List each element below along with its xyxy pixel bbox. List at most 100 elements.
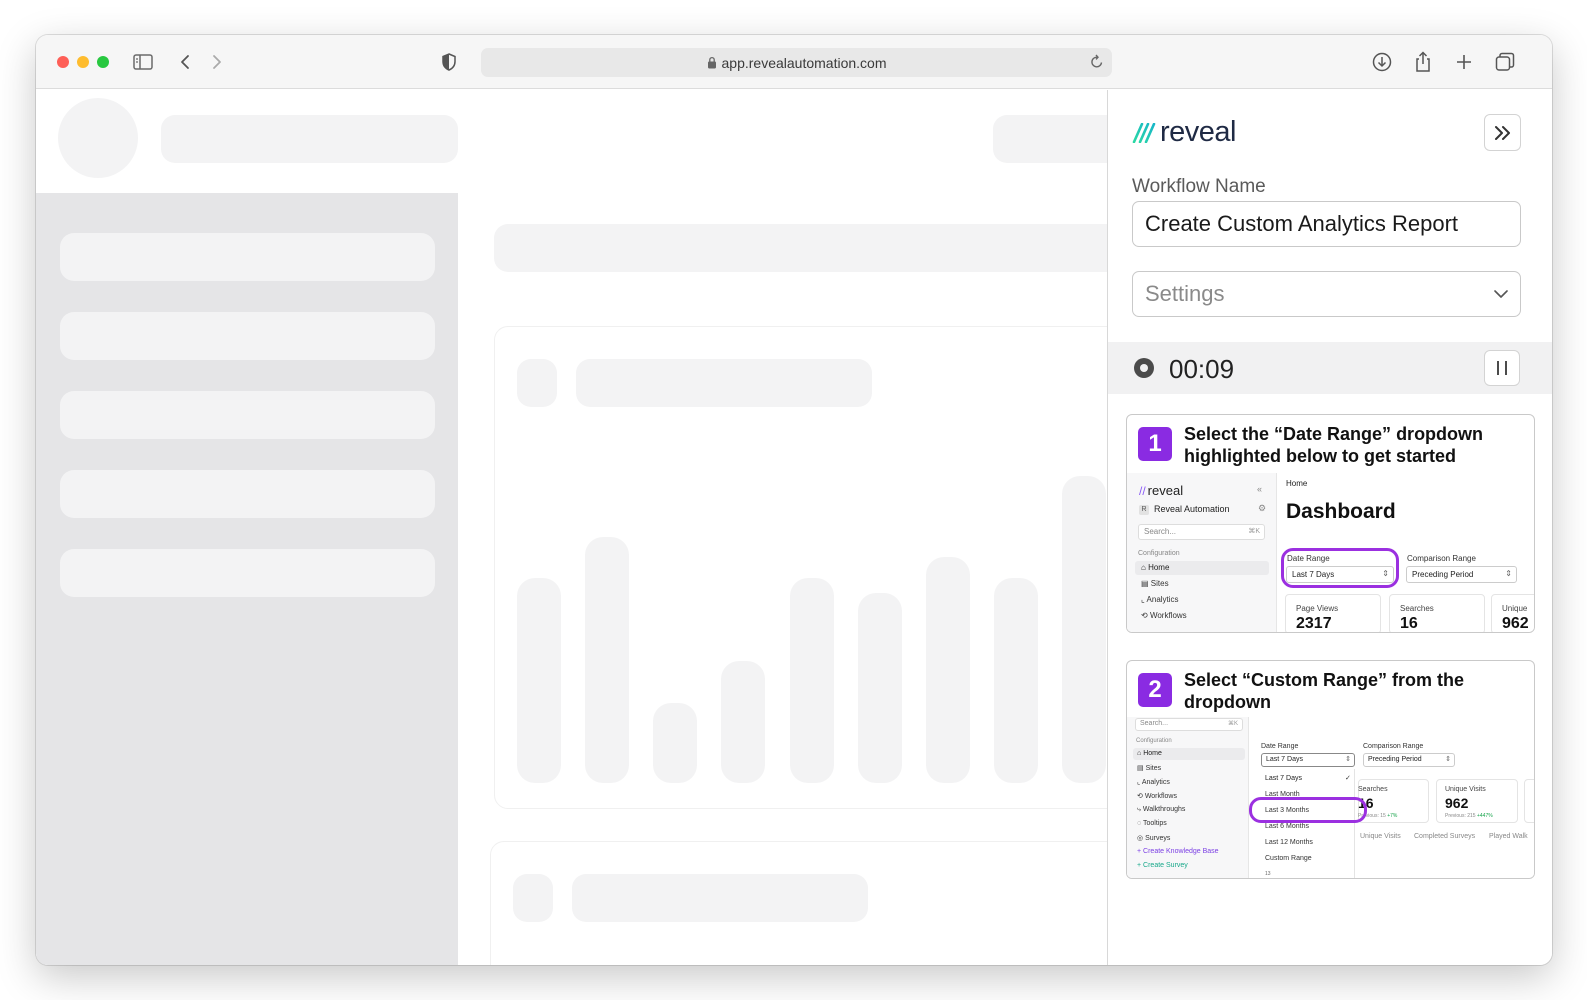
mini-nav-tooltips: ◌ Tooltips bbox=[1137, 820, 1167, 827]
step-card-1[interactable]: 1 Select the “Date Range” dropdown highl… bbox=[1126, 414, 1535, 633]
mini-breadcrumb: Home bbox=[1286, 479, 1308, 488]
header-placeholder bbox=[161, 115, 458, 163]
mini-heading: Dashboard bbox=[1286, 500, 1396, 523]
mini-comparison-select: Preceding Period ⇕ bbox=[1363, 753, 1455, 767]
step-number: 2 bbox=[1138, 673, 1172, 707]
forward-icon[interactable] bbox=[204, 49, 230, 75]
page-skeleton bbox=[36, 90, 1134, 965]
bar-placeholder bbox=[858, 593, 902, 783]
step-screenshot: //reveal « R Reveal Automation ⚙ Search.… bbox=[1127, 473, 1534, 632]
browser-toolbar: app.revealautomation.com bbox=[36, 35, 1552, 89]
step-title: Select “Custom Range” from the dropdown bbox=[1184, 670, 1465, 712]
header-action-placeholder bbox=[993, 115, 1123, 163]
mini-comparison-label: Comparison Range bbox=[1363, 743, 1424, 750]
step-number: 1 bbox=[1138, 427, 1172, 461]
zoom-window-button[interactable] bbox=[97, 56, 109, 68]
mini-option: Custom Range bbox=[1265, 855, 1312, 862]
collapse-panel-button[interactable] bbox=[1484, 114, 1521, 151]
mini-nav-surveys: ◎ Surveys bbox=[1137, 835, 1171, 842]
mini-date-range-select: Last 7 Days ⇕ bbox=[1261, 753, 1355, 767]
mini-option: Last 6 Months bbox=[1265, 823, 1309, 830]
highlight-ring bbox=[1281, 548, 1399, 588]
mini-nav-analytics: ⌞ Analytics bbox=[1141, 595, 1179, 604]
mini-stat-card: Unique 962 bbox=[1491, 594, 1534, 632]
new-tab-icon[interactable] bbox=[1451, 49, 1477, 75]
sidebar-toggle-icon[interactable] bbox=[130, 49, 156, 75]
card-icon-placeholder bbox=[513, 874, 553, 922]
check-icon: ✓ bbox=[1345, 775, 1351, 782]
mini-org-name: Reveal Automation bbox=[1154, 504, 1230, 514]
bar-placeholder bbox=[653, 703, 697, 783]
mini-tab: Played Walk bbox=[1489, 833, 1528, 840]
share-icon[interactable] bbox=[1410, 49, 1436, 75]
step-title: Select the “Date Range” dropdown highlig… bbox=[1184, 424, 1484, 466]
browser-window: app.revealautomation.com reveal Workflow… bbox=[36, 35, 1552, 965]
address-bar[interactable]: app.revealautomation.com bbox=[481, 48, 1112, 77]
workflow-name-input[interactable]: Create Custom Analytics Report bbox=[1132, 201, 1521, 247]
close-window-button[interactable] bbox=[57, 56, 69, 68]
mini-nav-analytics: ⌞ Analytics bbox=[1137, 779, 1170, 786]
chevron-down-icon bbox=[1494, 289, 1508, 298]
bar-placeholder bbox=[517, 578, 561, 783]
reload-icon[interactable] bbox=[1090, 54, 1104, 69]
mini-nav-sites: ▤ Sites bbox=[1141, 579, 1169, 588]
mini-settings-icon: ⚙ bbox=[1258, 503, 1267, 513]
mini-sidebar: Search... ⌘K Configuration ⌂ Home ▤ Site… bbox=[1127, 717, 1249, 878]
sidebar-item-placeholder bbox=[60, 233, 435, 281]
reveal-recorder-panel: reveal Workflow Name Create Custom Analy… bbox=[1107, 90, 1552, 965]
mini-section-label: Configuration bbox=[1138, 550, 1180, 557]
highlight-ring bbox=[1249, 797, 1367, 823]
bar-placeholder bbox=[1062, 476, 1106, 783]
mini-search: Search... ⌘K bbox=[1138, 524, 1265, 540]
reveal-logo-mark-icon bbox=[1132, 122, 1156, 143]
mini-tab: Unique Visits bbox=[1360, 833, 1401, 840]
bar-placeholder bbox=[926, 557, 970, 783]
step-card-2[interactable]: 2 Select “Custom Range” from the dropdow… bbox=[1126, 660, 1535, 879]
card-title-placeholder bbox=[572, 874, 868, 922]
mini-comparison-select: Preceding Period ⇕ bbox=[1406, 566, 1517, 583]
mini-stat-card: Searches 16 bbox=[1389, 594, 1485, 632]
minimize-window-button[interactable] bbox=[77, 56, 89, 68]
mini-footer-mark: 13 bbox=[1265, 871, 1271, 877]
settings-label: Settings bbox=[1145, 281, 1225, 306]
lock-icon bbox=[707, 56, 717, 69]
sidebar-item-placeholder bbox=[60, 470, 435, 518]
mini-collapse-icon: « bbox=[1257, 484, 1263, 494]
pause-button[interactable] bbox=[1484, 350, 1520, 386]
double-chevron-right-icon bbox=[1494, 125, 1510, 140]
back-icon[interactable] bbox=[172, 49, 198, 75]
mini-stat-card: Searches 16 Previous: 15 +7% bbox=[1358, 779, 1429, 823]
mini-sidebar: //reveal « R Reveal Automation ⚙ Search.… bbox=[1127, 473, 1277, 632]
avatar-placeholder bbox=[58, 98, 138, 178]
mini-dropdown-menu: Last 7 Days ✓ Last Month Last 3 Months L… bbox=[1261, 769, 1355, 878]
mini-create-knowledge-base: + Create Knowledge Base bbox=[1137, 848, 1219, 855]
mini-nav-home: ⌂ Home bbox=[1141, 563, 1170, 572]
bar-placeholder bbox=[994, 578, 1038, 783]
mini-stat-card: Page Views 2317 bbox=[1285, 594, 1381, 632]
sidebar-placeholder bbox=[36, 193, 458, 965]
chart-card-placeholder bbox=[494, 326, 1134, 809]
mini-nav-home: ⌂ Home bbox=[1137, 750, 1162, 757]
title-placeholder bbox=[494, 224, 1134, 272]
settings-dropdown[interactable]: Settings bbox=[1132, 271, 1521, 317]
mini-logo: //reveal bbox=[1139, 483, 1184, 498]
mini-option: Last 12 Months bbox=[1265, 839, 1313, 846]
mini-section-label: Configuration bbox=[1136, 738, 1172, 744]
recording-timer: 00:09 bbox=[1169, 354, 1235, 384]
mini-nav-walkthroughs: ⤷ Walkthroughs bbox=[1137, 806, 1186, 813]
url-text: app.revealautomation.com bbox=[721, 54, 887, 71]
chart-icon-placeholder bbox=[517, 359, 557, 407]
recording-indicator-icon bbox=[1134, 358, 1154, 378]
mini-date-range-label: Date Range bbox=[1261, 743, 1299, 750]
bar-placeholder bbox=[721, 661, 765, 783]
bar-placeholder bbox=[790, 578, 834, 783]
download-icon[interactable] bbox=[1369, 49, 1395, 75]
tab-overview-icon[interactable] bbox=[1492, 49, 1518, 75]
mini-create-survey: + Create Survey bbox=[1137, 862, 1188, 869]
mini-nav-workflows: ⟲ Workflows bbox=[1137, 793, 1177, 800]
privacy-shield-icon[interactable] bbox=[436, 49, 462, 75]
sidebar-item-placeholder bbox=[60, 391, 435, 439]
mini-logo-mark-icon: // bbox=[1139, 483, 1146, 498]
chart-title-placeholder bbox=[576, 359, 872, 407]
mini-nav-sites: ▤ Sites bbox=[1137, 765, 1162, 772]
